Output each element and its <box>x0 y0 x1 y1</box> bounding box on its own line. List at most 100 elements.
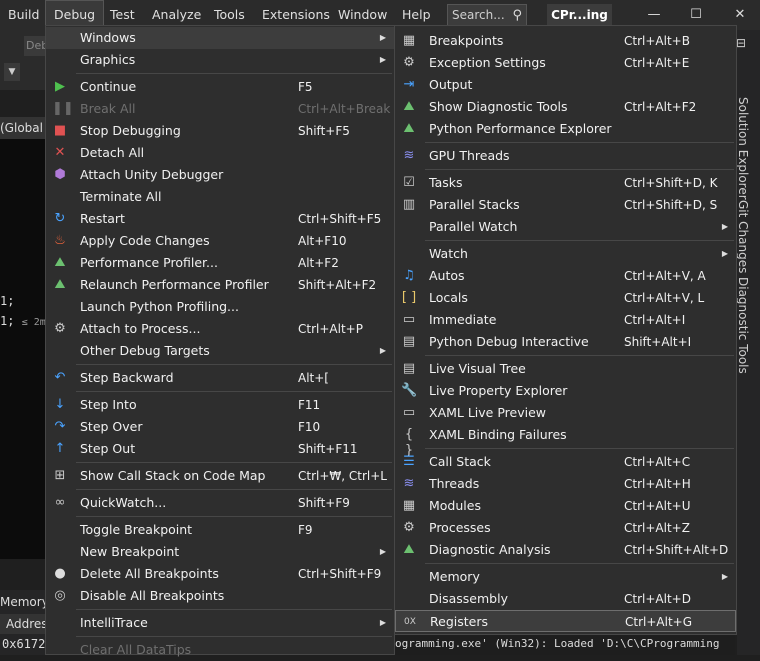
diagnostic-tools-icon: ⛰ <box>403 99 415 114</box>
search-icon: ⚲ <box>512 8 522 23</box>
menu-item-shortcut: Ctrl+₩, Ctrl+L <box>298 469 387 483</box>
menu-item-processes[interactable]: ⚙ Processes Ctrl+Alt+Z <box>395 517 736 539</box>
menu-item-attach-unity[interactable]: ⬢ Attach Unity Debugger <box>46 164 394 186</box>
menu-item-label: Disable All Breakpoints <box>80 588 225 603</box>
menu-item-shortcut: Shift+F5 <box>298 124 350 138</box>
menu-item-memory[interactable]: Memory ▶ <box>395 566 736 588</box>
menu-item-continue[interactable]: ▶ Continue F5 <box>46 76 394 98</box>
menu-item-label: Performance Profiler... <box>80 255 218 270</box>
code-line: 1; <box>0 294 15 308</box>
menu-item-intellitrace[interactable]: IntelliTrace ▶ <box>46 612 394 634</box>
menu-item-live-property-explorer[interactable]: 🔧 Live Property Explorer <box>395 380 736 402</box>
menu-item-breakpoints[interactable]: ▦ Breakpoints Ctrl+Alt+B <box>395 30 736 52</box>
menu-item-windows[interactable]: Windows ▶ <box>46 27 394 49</box>
menu-item-immediate[interactable]: ▭ Immediate Ctrl+Alt+I <box>395 309 736 331</box>
menu-item-parallel-stacks[interactable]: ▥ Parallel Stacks Ctrl+Shift+D, S <box>395 194 736 216</box>
tab-solution-explorer[interactable]: Solution Explorer <box>736 97 750 200</box>
menu-item-performance-profiler[interactable]: ⛰ Performance Profiler... Alt+F2 <box>46 252 394 274</box>
menu-item-label: Clear All DataTips <box>80 642 192 657</box>
menu-item-locals[interactable]: [ ] Locals Ctrl+Alt+V, L <box>395 287 736 309</box>
menu-item-label: Show Diagnostic Tools <box>429 99 568 114</box>
menu-item-quickwatch[interactable]: ∞ QuickWatch... Shift+F9 <box>46 492 394 514</box>
pin-icon[interactable]: ⊟ <box>736 36 746 50</box>
menu-item-label: Parallel Watch <box>429 219 518 234</box>
menu-item-output[interactable]: ⇥ Output <box>395 74 736 96</box>
windows-submenu: ▦ Breakpoints Ctrl+Alt+B ⚙ Exception Set… <box>394 25 737 635</box>
menu-item-graphics[interactable]: Graphics ▶ <box>46 49 394 71</box>
menu-item-python-debug-interactive[interactable]: ▤ Python Debug Interactive Shift+Alt+I <box>395 331 736 353</box>
menu-item-shortcut: Shift+Alt+F2 <box>298 278 377 292</box>
menu-item-shortcut: Ctrl+Shift+D, K <box>624 176 718 190</box>
separator <box>76 609 392 610</box>
solution-config-combo[interactable]: Deb <box>24 36 48 56</box>
menu-item-new-breakpoint[interactable]: New Breakpoint ▶ <box>46 541 394 563</box>
memory-tab[interactable]: Memory <box>0 592 46 612</box>
menu-item-apply-code-changes[interactable]: ♨ Apply Code Changes Alt+F10 <box>46 230 394 252</box>
scope-dropdown[interactable]: (Global Sc <box>0 117 46 139</box>
menu-item-toggle-breakpoint[interactable]: Toggle Breakpoint F9 <box>46 519 394 541</box>
menu-item-launch-python-profiling[interactable]: Launch Python Profiling... <box>46 296 394 318</box>
menu-item-shortcut: Ctrl+Alt+G <box>625 615 693 629</box>
menu-item-stop-debugging[interactable]: ■ Stop Debugging Shift+F5 <box>46 120 394 142</box>
menu-item-label: Python Debug Interactive <box>429 334 589 349</box>
menu-item-disassembly[interactable]: Disassembly Ctrl+Alt+D <box>395 588 736 610</box>
menu-item-shortcut: Ctrl+Alt+Z <box>624 521 690 535</box>
menu-item-show-diagnostic-tools[interactable]: ⛰ Show Diagnostic Tools Ctrl+Alt+F2 <box>395 96 736 118</box>
menu-item-break-all: ❚❚ Break All Ctrl+Alt+Break <box>46 98 394 120</box>
menu-item-disable-all-breakpoints[interactable]: ◎ Disable All Breakpoints <box>46 585 394 607</box>
menu-item-relaunch-profiler[interactable]: ⛰ Relaunch Performance Profiler Shift+Al… <box>46 274 394 296</box>
profiler-icon: ⛰ <box>54 277 66 292</box>
menu-item-step-out[interactable]: ↑ Step Out Shift+F11 <box>46 438 394 460</box>
menu-item-exception-settings[interactable]: ⚙ Exception Settings Ctrl+Alt+E <box>395 52 736 74</box>
menu-build[interactable]: Build <box>0 0 47 30</box>
attach-process-icon: ⚙ <box>54 321 66 336</box>
menu-item-autos[interactable]: ♫ Autos Ctrl+Alt+V, A <box>395 265 736 287</box>
menu-item-step-backward[interactable]: ↶ Step Backward Alt+[ <box>46 367 394 389</box>
menu-item-gpu-threads[interactable]: ≋ GPU Threads <box>395 145 736 167</box>
search-box[interactable]: Search... ⚲ <box>447 4 527 26</box>
menu-item-shortcut: F10 <box>298 420 321 434</box>
menu-item-registers[interactable]: 0X Registers Ctrl+Alt+G <box>395 610 736 632</box>
menu-item-terminate-all[interactable]: Terminate All <box>46 186 394 208</box>
exception-settings-icon: ⚙ <box>403 55 415 70</box>
menu-item-call-stack[interactable]: ☰ Call Stack Ctrl+Alt+C <box>395 451 736 473</box>
submenu-arrow-icon: ▶ <box>379 618 386 627</box>
submenu-arrow-icon: ▶ <box>721 572 728 581</box>
menu-item-xaml-live-preview[interactable]: ▭ XAML Live Preview <box>395 402 736 424</box>
menu-item-parallel-watch[interactable]: Parallel Watch ▶ <box>395 216 736 238</box>
tab-git-changes[interactable]: Git Changes <box>736 200 750 273</box>
menu-item-label: GPU Threads <box>429 148 510 163</box>
menu-item-attach-to-process[interactable]: ⚙ Attach to Process... Ctrl+Alt+P <box>46 318 394 340</box>
step-out-icon: ↑ <box>54 441 66 456</box>
menu-item-label: Other Debug Targets <box>80 343 210 358</box>
xaml-binding-failures-icon: { } <box>404 427 414 458</box>
menu-item-shortcut: Ctrl+Alt+V, A <box>624 269 706 283</box>
menu-item-watch[interactable]: Watch ▶ <box>395 243 736 265</box>
submenu-arrow-icon: ▶ <box>379 346 386 355</box>
code-editor[interactable] <box>0 139 46 559</box>
menu-item-label: Breakpoints <box>429 33 504 48</box>
menu-item-other-debug-targets[interactable]: Other Debug Targets ▶ <box>46 340 394 362</box>
menu-item-call-stack-code-map[interactable]: ⊞ Show Call Stack on Code Map Ctrl+₩, Ct… <box>46 465 394 487</box>
menu-item-detach-all[interactable]: ✕ Detach All <box>46 142 394 164</box>
menu-item-label: Relaunch Performance Profiler <box>80 277 269 292</box>
hot-reload-icon: ♨ <box>54 233 66 248</box>
submenu-arrow-icon: ▶ <box>721 249 728 258</box>
menu-item-diagnostic-analysis[interactable]: ⛰ Diagnostic Analysis Ctrl+Shift+Alt+D <box>395 539 736 561</box>
live-visual-tree-icon: ▤ <box>402 361 416 376</box>
dropdown-arrow-icon[interactable]: ▼ <box>4 63 20 81</box>
menu-item-live-visual-tree[interactable]: ▤ Live Visual Tree <box>395 358 736 380</box>
menu-item-modules[interactable]: ▦ Modules Ctrl+Alt+U <box>395 495 736 517</box>
menu-item-delete-all-breakpoints[interactable]: ● Delete All Breakpoints Ctrl+Shift+F9 <box>46 563 394 585</box>
menu-item-xaml-binding-failures[interactable]: { } XAML Binding Failures <box>395 424 736 458</box>
tab-diagnostic-tools[interactable]: Diagnostic Tools <box>736 277 750 374</box>
menu-item-python-performance-explorer[interactable]: ⛰ Python Performance Explorer <box>395 118 736 140</box>
menu-item-threads[interactable]: ≋ Threads Ctrl+Alt+H <box>395 473 736 495</box>
menu-item-restart[interactable]: ↻ Restart Ctrl+Shift+F5 <box>46 208 394 230</box>
separator <box>425 563 734 564</box>
separator <box>76 462 392 463</box>
menu-item-step-over[interactable]: ↷ Step Over F10 <box>46 416 394 438</box>
menu-item-label: Locals <box>429 290 468 305</box>
menu-item-step-into[interactable]: ↓ Step Into F11 <box>46 394 394 416</box>
menu-item-tasks[interactable]: ☑ Tasks Ctrl+Shift+D, K <box>395 172 736 194</box>
